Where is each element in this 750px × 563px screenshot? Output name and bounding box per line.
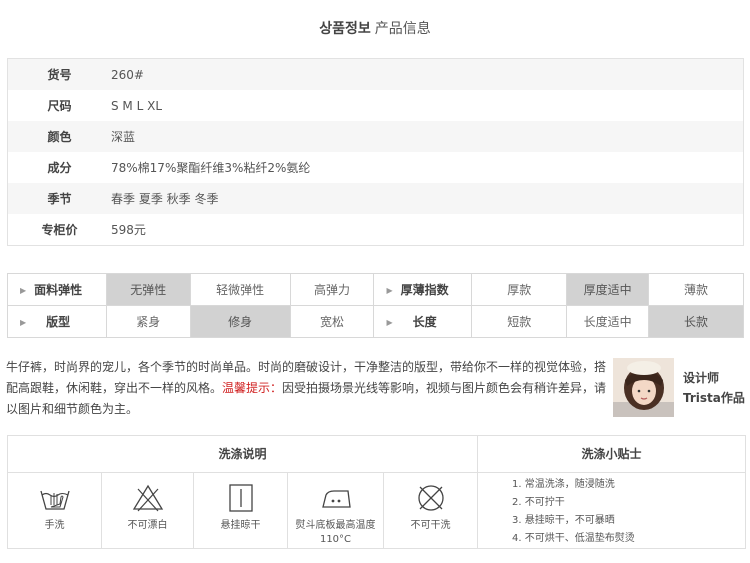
no-bleach-icon — [132, 484, 163, 512]
spec-row: 尺码 S M L XL — [8, 90, 744, 121]
designer-avatar — [613, 358, 674, 417]
tip-item: 2. 不可拧干 — [512, 497, 565, 508]
attr-option: 短款 — [471, 305, 568, 338]
tips-title: 洗涤小贴士 — [478, 436, 745, 473]
product-info-page: 상품정보 产品信息 货号 260# 尺码 S M L XL 颜色 深蓝 成分 78%棉17… — [0, 0, 750, 563]
spec-value: 260# — [111, 58, 744, 90]
spec-value: 598元 — [111, 223, 146, 237]
spec-label: 专柜价 — [41, 223, 78, 237]
attr-option: 长款 — [648, 305, 744, 338]
spec-table: 货号 260# 尺码 S M L XL 颜色 深蓝 成分 78%棉17%聚酯纤维3%粘纤… — [7, 58, 744, 246]
warning-label: 温馨提示： — [222, 381, 283, 395]
tip-item: 4. 不可烘干、低温垫布熨烫 — [512, 533, 635, 544]
spec-value: 78%棉17%聚酯纤维3%粘纤2%氨纶 — [111, 161, 311, 175]
product-description: 牛仔裤，时尚界的宠儿，各个季节的时尚单品。时尚的磨破设计，干净整洁的版型，带给你… — [6, 360, 607, 416]
care-item: 熨斗底板最高温度110°C — [288, 473, 384, 548]
spec-label: 货号 — [7, 58, 111, 90]
spec-row: 专柜价 598元 — [8, 214, 744, 246]
iron-medium-icon — [321, 490, 351, 508]
tip-item: 3. 悬挂晾干，不可暴晒 — [512, 515, 615, 526]
care-item: 手洗 — [8, 473, 102, 548]
triangle-right-icon: ▶ — [386, 318, 393, 327]
hang-dry-icon — [228, 484, 253, 512]
attr-label-thickness: ▶ 厚薄指数 — [373, 273, 473, 306]
hand-wash-icon — [39, 490, 70, 510]
attr-option: 轻微弹性 — [189, 273, 291, 306]
attr-option: 紧身 — [105, 305, 191, 338]
spec-label: 季节 — [7, 183, 111, 214]
spec-label: 成分 — [47, 161, 72, 175]
attr-option: 修身 — [189, 305, 291, 338]
section-header: 상품정보 产品信息 — [0, 18, 750, 38]
attr-option: 无弹性 — [105, 273, 191, 306]
spec-row: 货号 260# — [7, 58, 744, 90]
attribute-table: ▶ 面料弹性 无弹性 轻微弹性 高弹力 ▶ 厚薄指数 厚款 厚度适中 薄款 ▶ 版型 … — [7, 273, 744, 338]
header-title-ko: 상품정보 — [319, 21, 371, 37]
care-item: 不可干洗 — [384, 473, 478, 548]
triangle-right-icon: ▶ — [386, 286, 393, 295]
attr-option: 高弹力 — [289, 273, 375, 306]
attr-label-fit: ▶ 版型 — [7, 305, 107, 338]
spec-value: 深蓝 — [111, 121, 744, 152]
spec-label: 尺码 — [47, 99, 72, 113]
spec-row: 季节 春季 夏季 秋季 冬季 — [7, 183, 744, 214]
triangle-right-icon: ▶ — [20, 286, 27, 295]
attribute-row: ▶ 版型 紧身 修身 宽松 ▶ 长度 短款 长度适中 长款 — [7, 305, 744, 338]
designer-credit: 设计师 Trista作品 — [683, 371, 745, 405]
tip-item: 1. 常温洗涤，随浸随洗 — [512, 479, 615, 490]
attr-option: 宽松 — [289, 305, 375, 338]
attr-option: 厚款 — [471, 273, 568, 306]
attr-label-elasticity: ▶ 面料弹性 — [7, 273, 107, 306]
care-title: 洗涤说明 — [8, 436, 478, 473]
attr-label-length: ▶ 长度 — [373, 305, 473, 338]
spec-row: 颜色 深蓝 — [7, 121, 744, 152]
spec-label: 颜色 — [7, 121, 111, 152]
care-item: 悬挂晾干 — [194, 473, 288, 548]
no-dry-clean-icon — [417, 485, 444, 511]
care-section: 洗涤说明 洗涤小贴士 手洗 不可漂白 悬挂晾干 熨斗底板最高温度110°C 不可… — [7, 435, 746, 549]
attribute-row: ▶ 面料弹性 无弹性 轻微弹性 高弹力 ▶ 厚薄指数 厚款 厚度适中 薄款 — [7, 273, 744, 306]
triangle-right-icon: ▶ — [20, 318, 27, 327]
care-item: 不可漂白 — [102, 473, 194, 548]
spec-value: S M L XL — [111, 98, 163, 113]
attr-option: 厚度适中 — [566, 273, 650, 306]
tips-list: 1. 常温洗涤，随浸随洗 2. 不可拧干 3. 悬挂晾干，不可暴晒 4. 不可烘… — [512, 476, 635, 548]
spec-row: 成分 78%棉17%聚酯纤维3%粘纤2%氨纶 — [8, 152, 744, 183]
spec-value: 春季 夏季 秋季 冬季 — [111, 183, 744, 214]
attr-option: 长度适中 — [566, 305, 650, 338]
attr-option: 薄款 — [648, 273, 744, 306]
header-title-cn: 产品信息 — [374, 21, 431, 37]
